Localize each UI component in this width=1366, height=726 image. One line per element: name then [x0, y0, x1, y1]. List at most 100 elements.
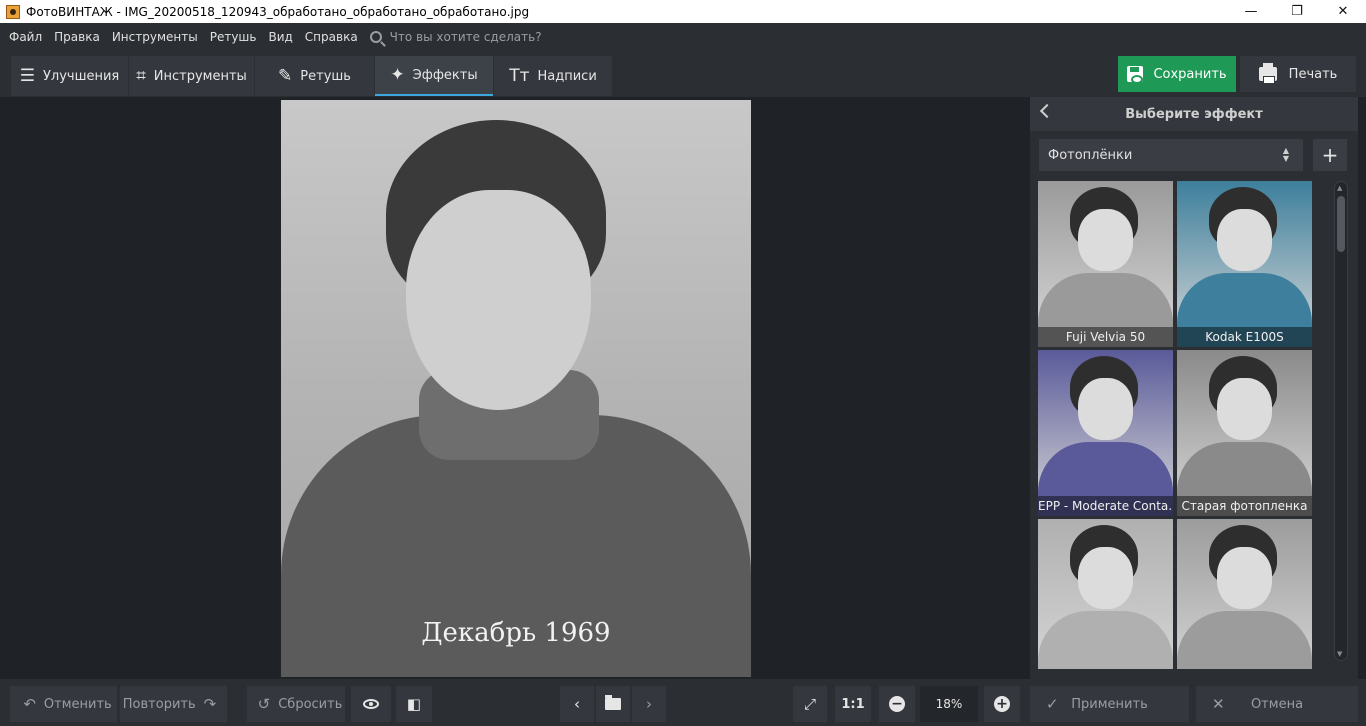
window-controls: — ❐ ✕ [1228, 0, 1366, 23]
cross-icon: ✕ [1212, 695, 1225, 713]
menu-search[interactable]: Что вы хотите сделать? [369, 30, 542, 44]
tab-label: Надписи [537, 68, 597, 84]
search-placeholder[interactable]: Что вы хотите сделать? [390, 30, 542, 44]
menu-retouch[interactable]: Ретушь [210, 30, 257, 44]
actual-size-button[interactable]: 1:1 [835, 686, 871, 722]
reset-label: Сбросить [278, 696, 343, 712]
effects-scrollbar[interactable]: ▲ ▼ [1334, 181, 1348, 661]
photo-preview[interactable]: Декабрь 1969 [281, 100, 751, 677]
apply-button[interactable]: ✓ Применить [1030, 686, 1189, 722]
effect-thumbnail[interactable]: EPP - Moderate Conta... [1038, 350, 1173, 516]
scroll-up-icon[interactable]: ▲ [1337, 184, 1342, 192]
menu-bar: Файл Правка Инструменты Ретушь Вид Справ… [0, 23, 1366, 51]
compare-split-icon: ◧ [406, 695, 422, 713]
menu-file[interactable]: Файл [9, 30, 42, 44]
search-icon [369, 31, 382, 43]
magic-wand-icon: ✦ [390, 65, 405, 85]
printer-icon [1258, 63, 1277, 84]
tab-label: Улучшения [42, 68, 120, 84]
panel-title: Выберите эффект [1125, 106, 1263, 122]
print-button[interactable]: Печать [1240, 56, 1356, 92]
title-bar: ФотоВИНТАЖ - IMG_20200518_120943_обработ… [0, 0, 1366, 23]
brush-icon: ✎ [278, 66, 293, 86]
tab-tools[interactable]: ⌗ Инструменты [129, 56, 254, 96]
text-icon: Tт [509, 66, 530, 86]
menu-help[interactable]: Справка [305, 30, 358, 44]
print-label: Печать [1288, 66, 1338, 82]
effect-thumbnail[interactable]: Fuji Velvia 50 [1038, 181, 1173, 347]
zoom-level: 18% [920, 686, 978, 722]
tab-label: Инструменты [153, 68, 247, 84]
effect-thumbnail[interactable] [1177, 519, 1312, 669]
tab-bar: ☰ Улучшения ⌗ Инструменты ✎ Ретушь ✦ Эфф… [11, 56, 613, 96]
fit-to-screen-button[interactable]: ⤢ [793, 686, 827, 722]
window-title: ФотоВИНТАЖ - IMG_20200518_120943_обработ… [26, 4, 530, 19]
reset-icon: ↺ [257, 695, 271, 713]
next-image-button[interactable]: › [632, 686, 666, 722]
undo-button[interactable]: ↶ Отменить [10, 686, 117, 722]
effect-thumbnail[interactable] [1038, 519, 1173, 669]
thumb-face [1217, 209, 1272, 271]
tab-enhancements[interactable]: ☰ Улучшения [11, 56, 128, 96]
open-folder-button[interactable] [596, 686, 630, 722]
updown-arrows-icon: ▲ ▼ [1282, 146, 1289, 163]
chevron-left-icon: ‹ [574, 695, 580, 713]
photo-face [406, 190, 591, 410]
effects-panel: Выберите эффект Фотоплёнки ▲ ▼ + Fuji Vel… [1030, 97, 1358, 679]
tab-captions[interactable]: Tт Надписи [494, 56, 612, 96]
scroll-down-icon[interactable]: ▼ [1337, 650, 1342, 658]
plus-circle-icon: + [994, 696, 1010, 712]
image-canvas[interactable]: Декабрь 1969 [10, 97, 1022, 679]
fit-screen-icon: ⤢ [803, 695, 816, 713]
menu-view[interactable]: Вид [268, 30, 292, 44]
photo-caption: Декабрь 1969 [421, 618, 611, 648]
checkmark-icon: ✓ [1046, 695, 1059, 713]
app-logo-icon [6, 4, 20, 19]
minimize-button[interactable]: — [1228, 0, 1274, 23]
save-label: Сохранить [1153, 66, 1227, 82]
sliders-icon: ☰ [19, 66, 35, 86]
effect-label: Kodak E100S [1177, 327, 1312, 347]
panel-header: Выберите эффект [1030, 97, 1358, 131]
add-effect-button[interactable]: + [1313, 139, 1347, 171]
effect-label: EPP - Moderate Conta... [1038, 496, 1173, 516]
bottom-bar: ↶ Отменить Повторить ↷ ↺ Сбросить ◧ ‹ › … [0, 679, 1366, 726]
cancel-label: Отмена [1250, 696, 1304, 712]
effect-category-select[interactable]: Фотоплёнки ▲ ▼ [1039, 139, 1303, 171]
compare-button[interactable]: ◧ [396, 686, 432, 722]
eye-icon [363, 699, 379, 709]
effect-label: Fuji Velvia 50 [1038, 327, 1173, 347]
zoom-out-button[interactable]: − [879, 686, 915, 722]
selected-category: Фотоплёнки [1048, 147, 1133, 163]
chevron-right-icon: › [646, 695, 652, 713]
floppy-disk-icon [1127, 66, 1144, 84]
crop-icon: ⌗ [136, 66, 146, 86]
effect-thumbnail[interactable]: Старая фотопленка [1177, 350, 1312, 516]
back-arrow-icon[interactable] [1039, 103, 1055, 119]
tab-retouch[interactable]: ✎ Ретушь [255, 56, 374, 96]
folder-icon [605, 695, 621, 710]
effect-thumbnail[interactable]: Kodak E100S [1177, 181, 1312, 347]
preview-button[interactable] [351, 686, 391, 722]
scrollbar-thumb[interactable] [1337, 196, 1345, 252]
menu-tools[interactable]: Инструменты [112, 30, 198, 44]
cancel-button[interactable]: ✕ Отмена [1196, 686, 1358, 722]
previous-image-button[interactable]: ‹ [560, 686, 594, 722]
save-button[interactable]: Сохранить [1118, 56, 1236, 92]
thumb-face [1078, 547, 1133, 609]
thumb-face [1078, 209, 1133, 271]
thumb-face [1078, 378, 1133, 440]
reset-button[interactable]: ↺ Сбросить [247, 686, 345, 722]
zoom-in-button[interactable]: + [984, 686, 1020, 722]
close-button[interactable]: ✕ [1320, 0, 1366, 23]
effect-label: Старая фотопленка [1177, 496, 1312, 516]
tab-label: Ретушь [300, 68, 351, 84]
tab-effects[interactable]: ✦ Эффекты [375, 56, 493, 96]
undo-label: Отменить [43, 696, 112, 712]
tab-label: Эффекты [412, 67, 478, 83]
maximize-button[interactable]: ❐ [1274, 0, 1320, 23]
apply-label: Применить [1071, 696, 1148, 712]
redo-button[interactable]: Повторить ↷ [120, 686, 227, 722]
undo-arrow-icon: ↶ [23, 695, 36, 713]
menu-edit[interactable]: Правка [54, 30, 100, 44]
